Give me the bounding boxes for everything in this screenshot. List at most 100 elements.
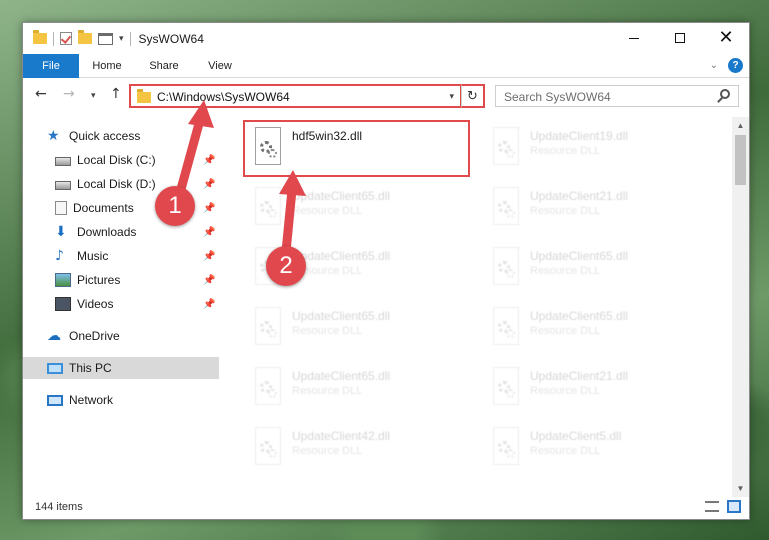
file-name: UpdateClient21.dll bbox=[530, 369, 629, 383]
file-tile[interactable]: UpdateClient42.dll Resource DLL bbox=[247, 421, 482, 477]
drive-icon bbox=[55, 157, 71, 166]
up-arrow-icon[interactable]: ↑ bbox=[110, 86, 122, 102]
folder-icon[interactable] bbox=[33, 30, 47, 44]
address-path[interactable]: C:\Windows\SysWOW64 bbox=[157, 90, 290, 104]
sidebar-item-local-disk-c[interactable]: Local Disk (C:) 📌 bbox=[23, 149, 219, 171]
file-type: Resource DLL bbox=[530, 205, 601, 217]
properties-check-icon[interactable] bbox=[60, 32, 72, 45]
address-bar[interactable]: C:\Windows\SysWOW64 ▾ bbox=[129, 84, 462, 108]
sidebar-item-pictures[interactable]: Pictures 📌 bbox=[23, 269, 219, 291]
file-type: Resource DLL bbox=[530, 145, 601, 157]
file-tile[interactable]: UpdateClient65.dll Resource DLL bbox=[485, 301, 720, 357]
file-explorer-window: ▾ SysWOW64 ✕ File Home Share View ⌄ ? ← … bbox=[22, 22, 750, 520]
file-type: Resource DLL bbox=[530, 385, 601, 397]
window-title: SysWOW64 bbox=[138, 31, 204, 46]
customize-toolbar-dropdown-icon[interactable]: ▾ bbox=[119, 33, 124, 44]
dll-file-icon bbox=[489, 127, 523, 167]
details-view-icon[interactable] bbox=[705, 501, 719, 512]
refresh-button[interactable]: ↻ bbox=[461, 84, 485, 108]
file-type: Resource DLL bbox=[292, 205, 363, 217]
star-icon: ★ bbox=[47, 128, 60, 144]
sidebar-item-label: Documents bbox=[73, 201, 134, 215]
large-icons-view-icon[interactable] bbox=[727, 500, 741, 513]
file-highlight-box bbox=[243, 120, 470, 177]
file-name: UpdateClient65.dll bbox=[292, 249, 391, 263]
file-tile[interactable]: UpdateClient21.dll Resource DLL bbox=[485, 181, 720, 237]
status-bar: 144 items bbox=[23, 495, 749, 519]
pin-icon: 📌 bbox=[203, 202, 216, 214]
sidebar-item-this-pc[interactable]: This PC bbox=[23, 357, 219, 379]
search-icon bbox=[720, 89, 730, 99]
ribbon-right-controls: ⌄ ? bbox=[710, 58, 743, 73]
file-tile[interactable]: UpdateClient21.dll Resource DLL bbox=[485, 361, 720, 417]
pin-icon: 📌 bbox=[203, 178, 216, 190]
folder-icon bbox=[137, 89, 151, 103]
file-tile[interactable]: UpdateClient5.dll Resource DLL bbox=[485, 421, 720, 477]
dll-file-icon bbox=[251, 367, 285, 407]
step-2-badge: 2 bbox=[266, 246, 306, 286]
file-tile[interactable]: UpdateClient65.dll Resource DLL bbox=[485, 241, 720, 297]
sidebar-item-music[interactable]: ♪ Music 📌 bbox=[23, 245, 219, 267]
toolbar-divider bbox=[53, 31, 54, 46]
sidebar-item-onedrive[interactable]: ☁ OneDrive bbox=[23, 325, 219, 347]
tab-share[interactable]: Share bbox=[135, 54, 193, 78]
maximize-button[interactable] bbox=[657, 23, 703, 53]
sidebar-item-label: Quick access bbox=[69, 129, 141, 143]
pictures-icon bbox=[55, 273, 71, 287]
search-input[interactable]: Search SysWOW64 bbox=[495, 85, 739, 107]
help-icon[interactable]: ? bbox=[728, 58, 743, 73]
view-properties-icon[interactable] bbox=[98, 32, 113, 45]
dll-file-icon bbox=[489, 427, 523, 467]
back-arrow-icon[interactable]: ← bbox=[35, 86, 47, 102]
cloud-icon: ☁ bbox=[47, 328, 61, 344]
file-tile[interactable]: UpdateClient65.dll Resource DLL bbox=[247, 301, 482, 357]
file-tile[interactable]: UpdateClient65.dll Resource DLL bbox=[247, 181, 482, 237]
minimize-button[interactable] bbox=[611, 23, 657, 53]
forward-arrow-icon[interactable]: → bbox=[63, 86, 75, 102]
scrollbar-thumb[interactable] bbox=[735, 135, 746, 185]
drive-icon bbox=[55, 181, 71, 190]
file-type: Resource DLL bbox=[530, 445, 601, 457]
close-button[interactable]: ✕ bbox=[703, 23, 749, 53]
pin-icon: 📌 bbox=[203, 226, 216, 238]
new-folder-icon[interactable] bbox=[78, 30, 92, 44]
file-name: UpdateClient21.dll bbox=[530, 189, 629, 203]
tab-home[interactable]: Home bbox=[79, 54, 135, 78]
documents-icon bbox=[55, 201, 67, 215]
address-dropdown-icon[interactable]: ▾ bbox=[449, 91, 454, 102]
dll-file-icon bbox=[489, 247, 523, 287]
file-name: UpdateClient19.dll bbox=[530, 129, 629, 143]
sidebar-item-label: Local Disk (D:) bbox=[77, 177, 156, 191]
vertical-scrollbar[interactable]: ▲ ▼ bbox=[732, 117, 749, 497]
step-1-badge: 1 bbox=[155, 186, 195, 226]
network-icon bbox=[47, 394, 63, 406]
search-placeholder: Search SysWOW64 bbox=[504, 90, 611, 104]
toolbar-divider bbox=[129, 31, 131, 46]
file-type: Resource DLL bbox=[530, 325, 601, 337]
sidebar-item-label: Downloads bbox=[77, 225, 137, 239]
window-controls: ✕ bbox=[611, 23, 749, 53]
file-name: UpdateClient65.dll bbox=[530, 249, 629, 263]
quick-access-toolbar: ▾ bbox=[23, 30, 131, 46]
sidebar-item-downloads[interactable]: ⬇ Downloads 📌 bbox=[23, 221, 219, 243]
title-bar: ▾ SysWOW64 ✕ bbox=[23, 23, 749, 54]
recent-locations-icon[interactable]: ▾ bbox=[91, 91, 96, 101]
navigation-bar: ← → ▾ ↑ C:\Windows\SysWOW64 ▾ ↻ Search S… bbox=[23, 81, 749, 111]
file-name: UpdateClient65.dll bbox=[292, 309, 391, 323]
file-tile[interactable]: UpdateClient65.dll Resource DLL bbox=[247, 361, 482, 417]
file-list: hdf5win32.dll UpdateClient19.dll Resourc… bbox=[231, 117, 731, 497]
file-name: UpdateClient65.dll bbox=[530, 309, 629, 323]
dll-file-icon bbox=[489, 307, 523, 347]
sidebar-item-videos[interactable]: Videos 📌 bbox=[23, 293, 219, 315]
expand-ribbon-icon[interactable]: ⌄ bbox=[710, 60, 718, 71]
sidebar-item-label: Network bbox=[69, 393, 114, 407]
scroll-up-icon[interactable]: ▲ bbox=[732, 117, 749, 134]
tab-view[interactable]: View bbox=[193, 54, 247, 78]
sidebar-item-network[interactable]: Network bbox=[23, 389, 219, 411]
refresh-icon: ↻ bbox=[467, 88, 478, 104]
file-tile[interactable]: UpdateClient19.dll Resource DLL bbox=[485, 121, 720, 177]
dll-file-icon bbox=[251, 187, 285, 227]
tab-file[interactable]: File bbox=[23, 53, 79, 78]
sidebar-item-quick-access[interactable]: ★ Quick access bbox=[23, 125, 219, 147]
file-type: Resource DLL bbox=[530, 265, 601, 277]
